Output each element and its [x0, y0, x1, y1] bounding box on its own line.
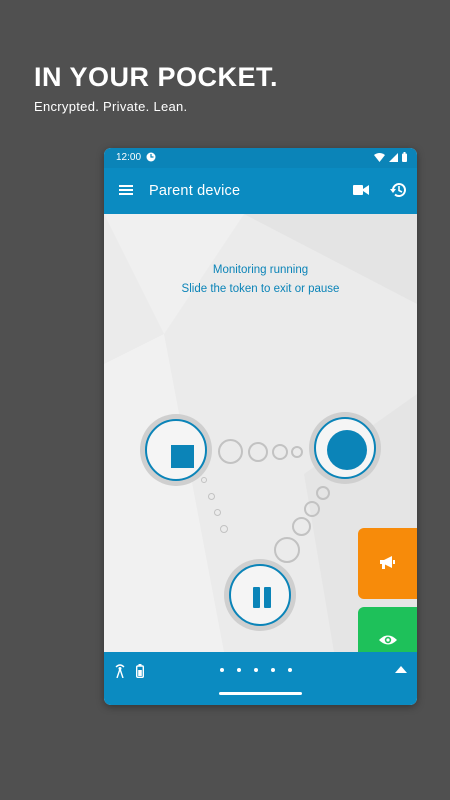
monitoring-hint: Slide the token to exit or pause — [181, 283, 340, 295]
status-time: 12:00 — [116, 152, 142, 163]
pause-icon — [264, 587, 271, 608]
trail-dot — [220, 525, 228, 533]
pause-icon — [253, 587, 260, 608]
pause-button[interactable] — [224, 559, 296, 631]
page-dot[interactable] — [288, 668, 292, 672]
promo-headline: IN YOUR POCKET. — [34, 62, 279, 92]
antenna-icon — [115, 664, 125, 678]
video-camera-icon[interactable] — [353, 184, 369, 196]
clock-icon — [146, 152, 156, 162]
signal-icon — [389, 152, 398, 162]
battery-icon — [136, 664, 144, 678]
trail-dot — [208, 493, 215, 500]
page-dot[interactable] — [237, 668, 241, 672]
stop-button[interactable] — [140, 414, 212, 486]
app-title: Parent device — [149, 183, 241, 199]
trail-dot — [218, 439, 243, 464]
bottom-bar — [104, 652, 417, 705]
trail-dot — [304, 501, 320, 517]
monitoring-status: Monitoring running — [212, 264, 309, 276]
stop-icon — [171, 445, 194, 468]
record-dot-icon — [327, 430, 367, 470]
phone-screen: 12:00 Parent device Monitoring running S… — [104, 148, 417, 705]
app-bar: Parent device — [104, 168, 417, 214]
menu-icon[interactable] — [118, 183, 134, 197]
monitor-panel: Monitoring running Slide the token to ex… — [104, 214, 417, 652]
trail-dot — [291, 446, 303, 458]
page-dot[interactable] — [271, 668, 275, 672]
chevron-up-icon[interactable] — [395, 665, 407, 673]
page-dot[interactable] — [254, 668, 258, 672]
page-dot[interactable] — [220, 668, 224, 672]
wifi-icon — [374, 152, 385, 162]
record-token[interactable] — [309, 412, 381, 484]
trail-dot — [214, 509, 221, 516]
status-bar: 12:00 — [104, 148, 417, 168]
trail-dot — [292, 517, 311, 536]
trail-dot — [248, 442, 268, 462]
page-indicator — [220, 668, 292, 672]
promo-tagline: Encrypted. Private. Lean. — [34, 99, 188, 114]
history-icon[interactable] — [389, 181, 407, 199]
announce-button[interactable] — [358, 528, 417, 599]
trail-dot — [316, 486, 330, 500]
trail-dot — [274, 537, 300, 563]
trail-dot — [272, 444, 288, 460]
home-indicator[interactable] — [219, 692, 302, 695]
trail-dot — [201, 477, 207, 483]
battery-icon — [402, 152, 407, 162]
megaphone-icon — [380, 556, 395, 569]
eye-icon — [379, 635, 397, 645]
watch-button[interactable] — [358, 607, 417, 652]
